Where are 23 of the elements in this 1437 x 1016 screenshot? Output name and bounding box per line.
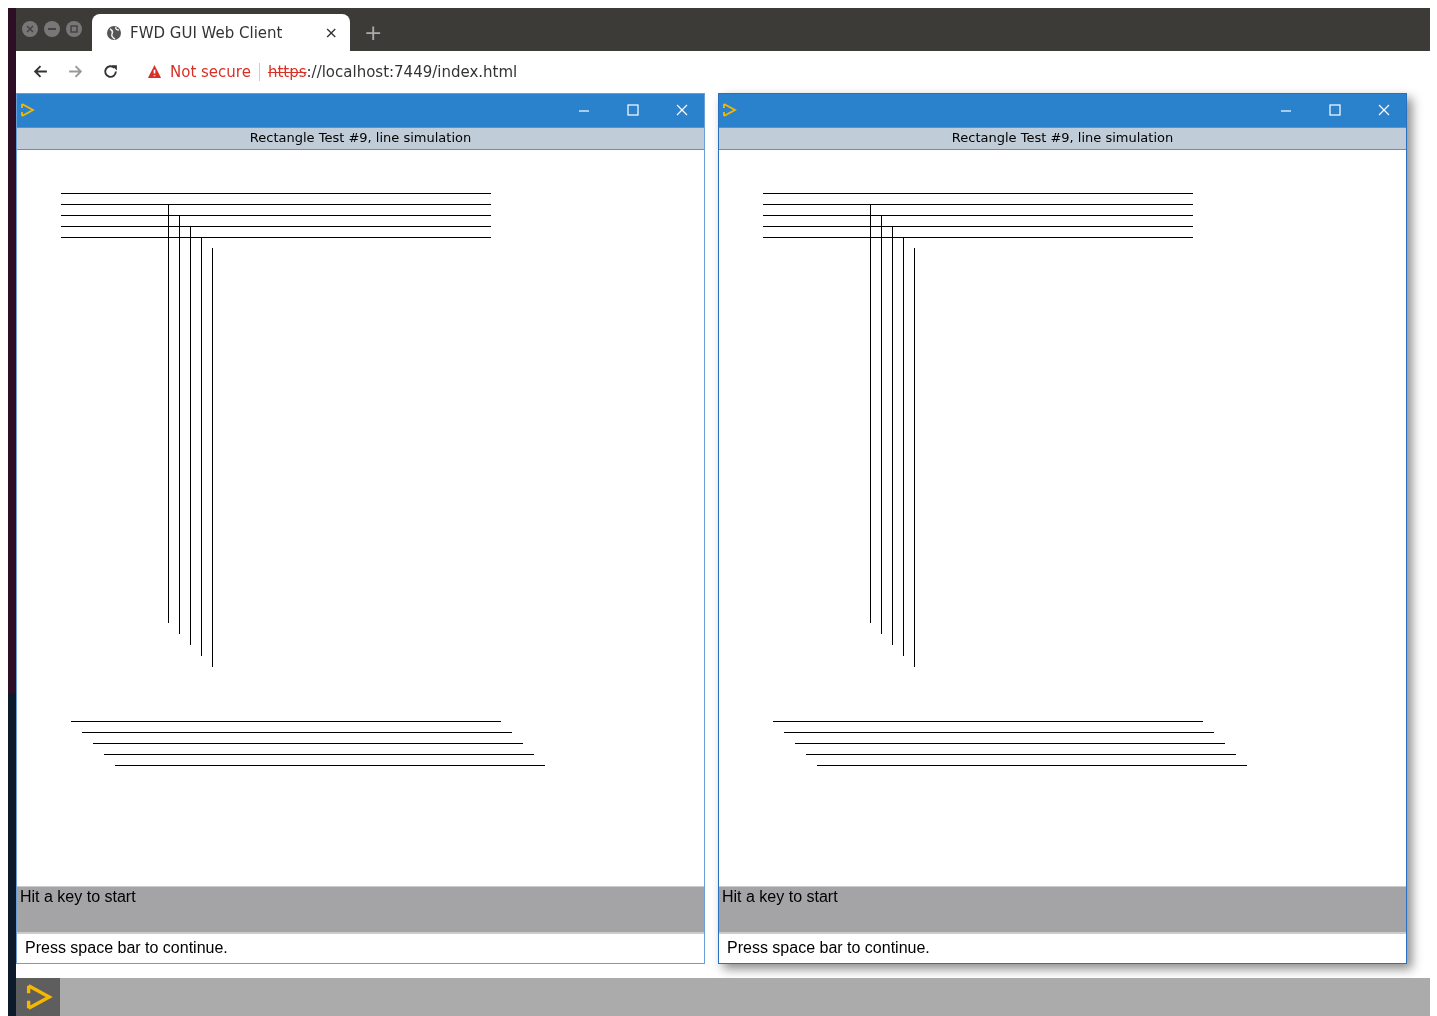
browser-tab[interactable]: FWD GUI Web Client × (92, 14, 350, 52)
window-caption: Rectangle Test #9, line simulation (17, 126, 704, 150)
taskbar-button[interactable] (16, 978, 60, 1016)
tab-close-button[interactable]: × (324, 23, 338, 43)
close-icon[interactable] (22, 21, 38, 38)
new-tab-button[interactable]: + (364, 20, 383, 46)
maximize-icon[interactable] (66, 21, 82, 38)
security-label: Not secure (170, 62, 251, 81)
status-bar: Press space bar to continue. (17, 931, 704, 964)
warning-icon (147, 64, 162, 80)
maximize-icon[interactable] (1327, 102, 1343, 119)
play-logo-icon (19, 102, 35, 119)
play-logo-icon (721, 102, 737, 119)
message-text: Hit a key to start (20, 887, 136, 905)
window-caption: Rectangle Test #9, line simulation (719, 126, 1406, 150)
globe-icon (106, 24, 122, 41)
minimize-icon[interactable] (44, 21, 60, 38)
reload-icon[interactable] (102, 63, 119, 81)
maximize-icon[interactable] (625, 102, 641, 119)
message-text: Hit a key to start (722, 887, 838, 905)
status-bar: Press space bar to continue. (719, 931, 1406, 964)
tab-title: FWD GUI Web Client (130, 23, 284, 42)
url-text: https://localhost:7449/index.html (267, 62, 518, 81)
